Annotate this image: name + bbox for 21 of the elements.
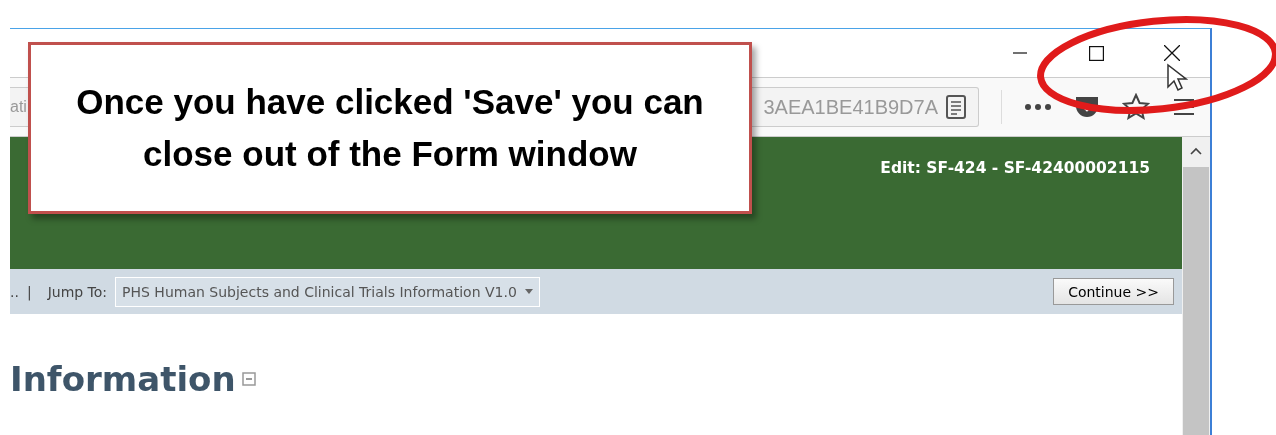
callout-text: Once you have clicked 'Save' you can close out of the Form window: [75, 81, 705, 175]
continue-button[interactable]: Continue >>: [1053, 278, 1174, 305]
more-icon[interactable]: [1024, 103, 1052, 111]
close-icon: [1164, 45, 1180, 61]
header-title: Edit: SF-424 - SF-42400002115: [880, 159, 1150, 177]
url-text: 3AEA1BE41B9D7A: [763, 95, 938, 119]
menu-icon[interactable]: [1172, 97, 1196, 117]
url-text: ati: [10, 98, 27, 116]
jump-dropdown[interactable]: PHS Human Subjects and Clinical Trials Information V1.0: [115, 276, 540, 307]
section-heading: Information: [10, 358, 236, 399]
scroll-up-icon[interactable]: [1190, 147, 1202, 155]
maximize-icon: [1088, 45, 1104, 61]
separator-text: |: [26, 283, 32, 300]
star-icon[interactable]: [1122, 93, 1150, 121]
jump-label: Jump To:: [47, 283, 108, 300]
scrollbar-thumb[interactable]: [1183, 167, 1209, 435]
caret-icon: [524, 289, 533, 294]
scrollbar[interactable]: [1182, 137, 1210, 435]
reader-view-icon[interactable]: [946, 95, 966, 119]
breadcrumb-text: ..: [10, 283, 19, 300]
collapse-icon[interactable]: [241, 371, 256, 386]
